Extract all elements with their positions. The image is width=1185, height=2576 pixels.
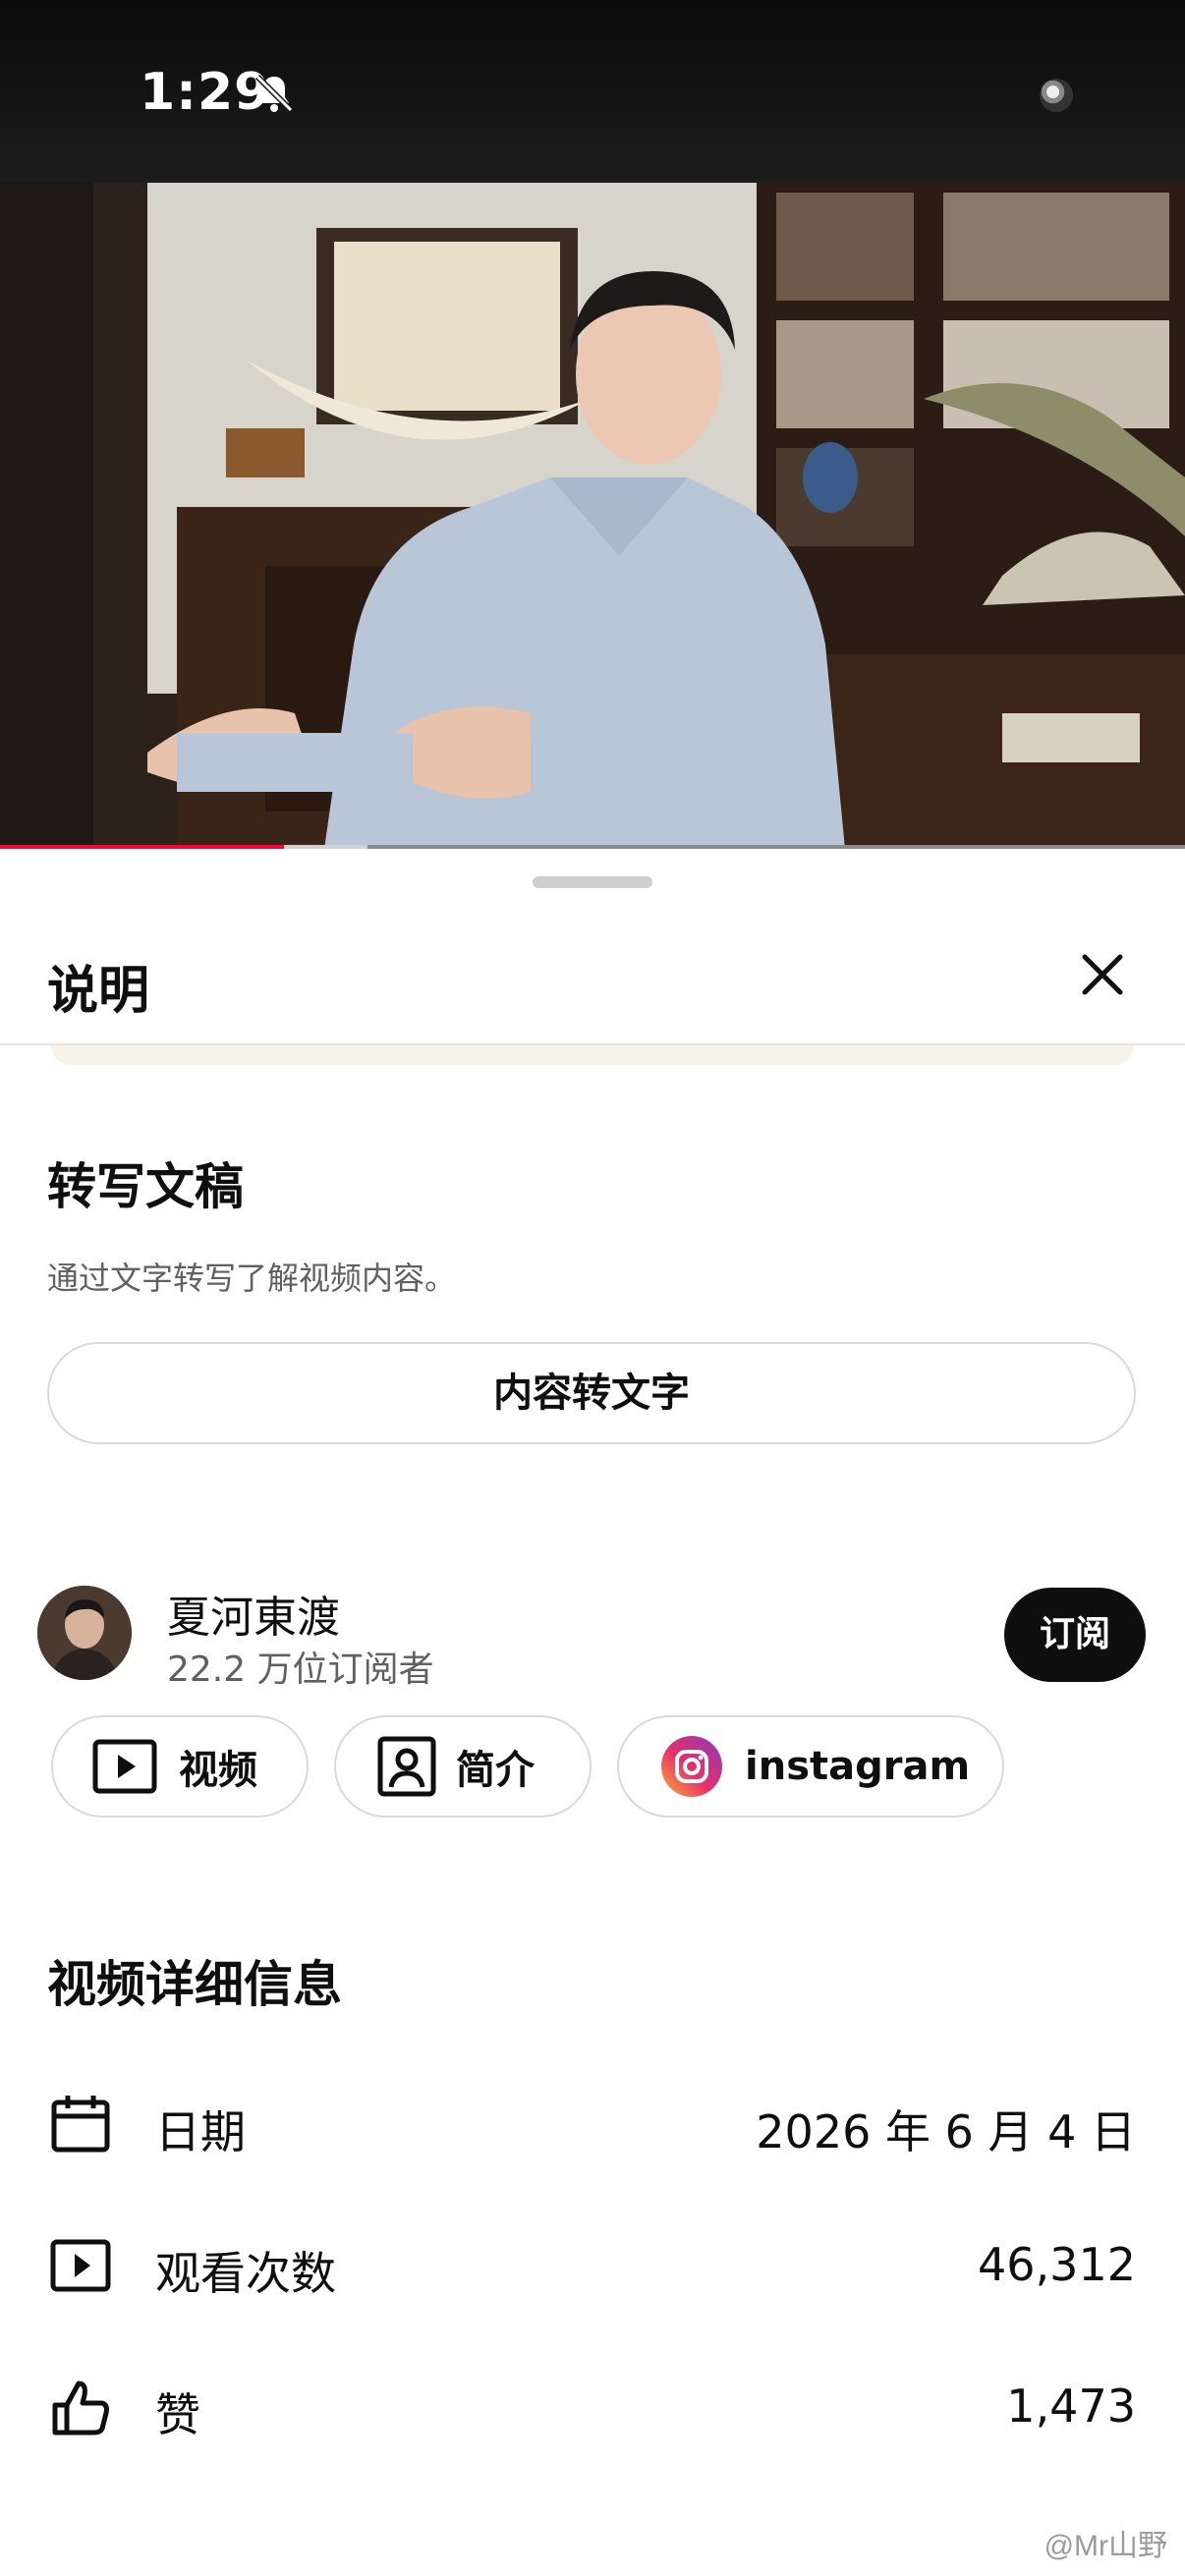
detail-value-views: 46,312 — [978, 2238, 1136, 2291]
detail-label-likes: 赞 — [155, 2388, 200, 2441]
videos-chip-label: 视频 — [179, 1748, 257, 1793]
transcript-description: 通过文字转写了解视频内容。 — [47, 1260, 457, 1297]
detail-row-likes: 赞 1,473 — [0, 2362, 1185, 2450]
video-frame — [0, 183, 1185, 849]
instagram-chip-label: instagram — [745, 1744, 971, 1789]
privacy-indicator-icon — [1040, 79, 1073, 112]
detail-value-likes: 1,473 — [1006, 2380, 1136, 2433]
status-bar: 1:29 — [0, 0, 1185, 183]
video-progress-bar[interactable] — [0, 845, 1185, 849]
subscribe-button[interactable]: 订阅 — [1004, 1588, 1146, 1682]
show-transcript-button[interactable]: 内容转文字 — [47, 1342, 1136, 1444]
play-box-icon — [50, 2239, 111, 2292]
transcript-title: 转写文稿 — [47, 1158, 244, 1215]
detail-label-date: 日期 — [155, 2105, 246, 2158]
video-player[interactable] — [0, 183, 1185, 849]
thumbs-up-icon — [52, 2380, 109, 2436]
instagram-icon — [661, 1736, 722, 1797]
bell-muted-icon — [254, 74, 294, 113]
play-box-icon — [92, 1739, 157, 1794]
video-progress-fill — [0, 845, 285, 849]
subscriber-count: 22.2 万位订阅者 — [167, 1650, 434, 1690]
watermark: @Mr山野 — [1044, 2530, 1167, 2562]
channel-name[interactable]: 夏河東渡 — [167, 1582, 340, 1645]
about-chip[interactable]: 简介 — [334, 1715, 592, 1818]
collapsed-card-edge — [51, 1045, 1134, 1065]
calendar-icon — [51, 2096, 110, 2153]
close-icon[interactable] — [1071, 943, 1134, 1006]
video-buffer-fill — [284, 845, 367, 849]
sheet-title: 说明 — [47, 962, 150, 1021]
description-sheet: 说明 转写文稿 通过文字转写了解视频内容。 内容转文字 夏河東渡 22.2 万位… — [0, 851, 1185, 2576]
profile-box-icon — [377, 1736, 436, 1797]
details-title: 视频详细信息 — [47, 1956, 342, 2013]
about-chip-label: 简介 — [456, 1748, 535, 1793]
channel-avatar[interactable] — [37, 1586, 132, 1680]
drag-handle[interactable] — [533, 876, 652, 888]
detail-value-date: 2026 年 6 月 4 日 — [756, 2105, 1136, 2158]
detail-label-views: 观看次数 — [155, 2247, 336, 2300]
instagram-chip[interactable]: instagram — [617, 1715, 1004, 1818]
detail-row-date: 日期 2026 年 6 月 4 日 — [0, 2079, 1185, 2167]
detail-row-views: 观看次数 46,312 — [0, 2220, 1185, 2309]
videos-chip[interactable]: 视频 — [51, 1715, 309, 1818]
